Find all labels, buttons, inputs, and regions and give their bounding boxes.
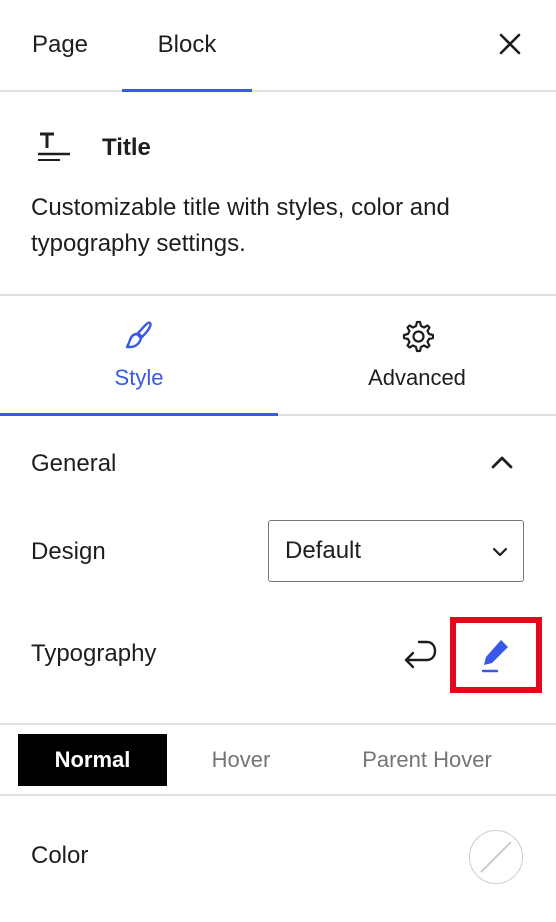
design-select-value: Default xyxy=(285,537,362,564)
tab-block[interactable]: Block xyxy=(122,0,252,92)
divider xyxy=(0,723,556,725)
state-tab-normal-label: Normal xyxy=(54,747,131,772)
block-description: Customizable title with styles, color an… xyxy=(31,194,450,257)
design-label: Design xyxy=(31,538,106,565)
tab-advanced[interactable]: Advanced xyxy=(278,296,556,414)
collapse-general-button[interactable] xyxy=(488,448,516,476)
chevron-down-icon xyxy=(492,547,508,557)
inspector-tabs: Page Block xyxy=(0,0,556,92)
state-tab-normal[interactable]: Normal xyxy=(18,734,167,786)
close-button[interactable] xyxy=(490,24,530,64)
block-card: Title Customizable title with styles, co… xyxy=(0,92,556,296)
typography-reset-button[interactable] xyxy=(400,634,440,674)
gear-icon xyxy=(402,320,434,353)
brush-icon xyxy=(125,321,152,349)
tab-style-label: Style xyxy=(114,365,164,390)
chevron-up-icon xyxy=(491,456,513,469)
no-color-swatch-icon xyxy=(479,840,512,873)
design-select[interactable]: Default xyxy=(268,520,524,582)
state-tab-hover-label: Hover xyxy=(211,747,271,772)
state-tab-parent-hover[interactable]: Parent Hover xyxy=(330,734,524,786)
state-tab-parent-hover-label: Parent Hover xyxy=(362,747,492,772)
typography-edit-button[interactable] xyxy=(450,617,542,693)
color-label: Color xyxy=(31,842,89,869)
tab-style[interactable]: Style xyxy=(0,296,278,416)
close-icon xyxy=(499,33,521,55)
divider xyxy=(0,794,556,796)
pencil-icon xyxy=(481,640,508,673)
tab-page-label: Page xyxy=(31,31,89,58)
panel-tabs: Style Advanced xyxy=(0,296,556,416)
block-title: Title xyxy=(102,134,151,161)
tab-advanced-label: Advanced xyxy=(368,365,466,390)
color-swatch-button[interactable] xyxy=(469,830,523,884)
state-tab-hover[interactable]: Hover xyxy=(183,734,299,786)
typography-label: Typography xyxy=(31,640,157,667)
tab-page[interactable]: Page xyxy=(20,0,100,90)
title-block-icon xyxy=(38,132,70,161)
reset-arrow-icon xyxy=(404,640,437,669)
general-section-title: General xyxy=(31,450,117,477)
tab-block-label: Block xyxy=(157,31,217,58)
